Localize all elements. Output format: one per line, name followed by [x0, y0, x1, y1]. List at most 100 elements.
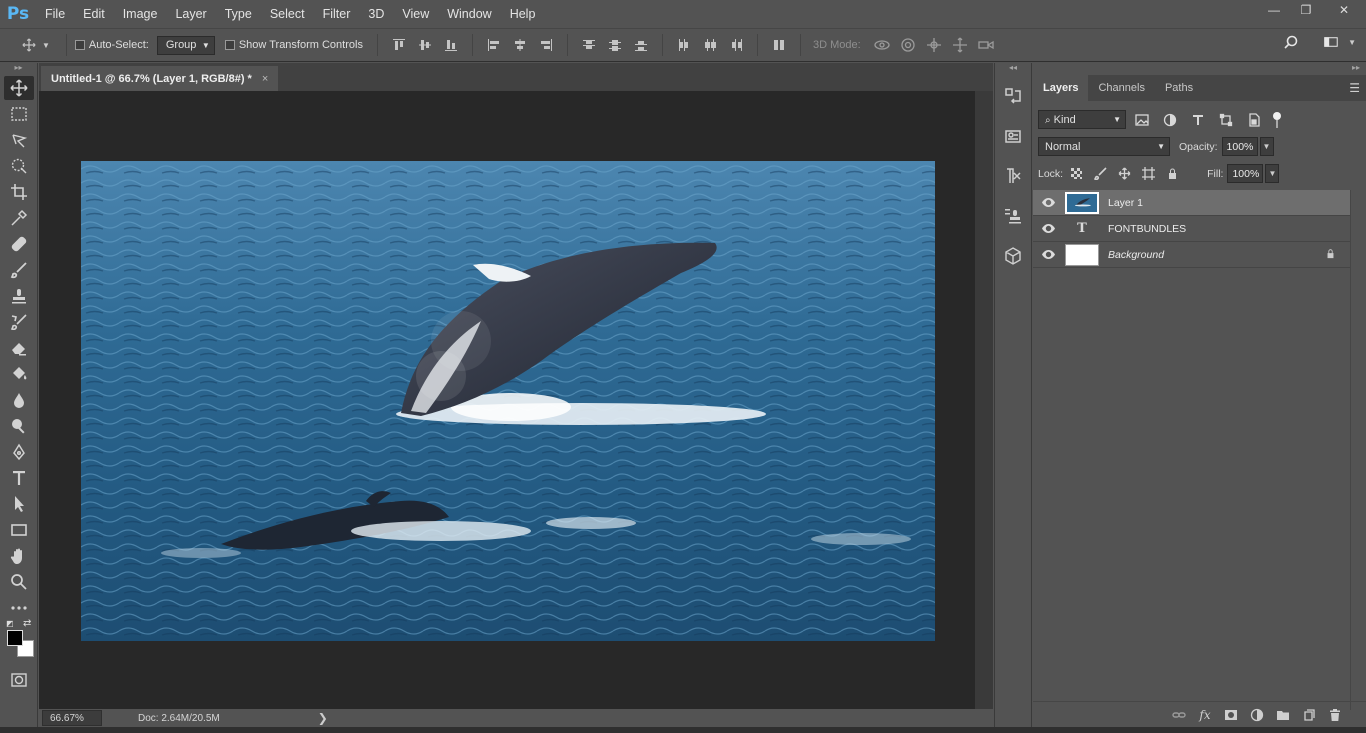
menu-edit[interactable]: Edit [74, 0, 114, 28]
menu-3d[interactable]: 3D [359, 0, 393, 28]
status-menu-icon[interactable]: ❯ [318, 711, 328, 725]
menu-filter[interactable]: Filter [314, 0, 360, 28]
3d-scale-icon[interactable] [977, 37, 995, 53]
swap-colors-icon[interactable]: ⇄ [23, 618, 31, 629]
layer-row-background[interactable]: Background [1033, 242, 1350, 268]
menu-select[interactable]: Select [261, 0, 314, 28]
group-folder-icon[interactable] [1270, 705, 1296, 725]
align-right-edges-icon[interactable] [539, 38, 553, 52]
layer-name[interactable]: Layer 1 [1108, 197, 1143, 209]
lock-all-icon[interactable] [1164, 166, 1180, 182]
canvas-image[interactable] [81, 161, 935, 641]
history-panel-icon[interactable] [1000, 83, 1026, 109]
link-icon[interactable] [1166, 705, 1192, 725]
tab-paths[interactable]: Paths [1155, 75, 1203, 101]
lock-image-pixels-icon[interactable] [1092, 166, 1108, 182]
menu-layer[interactable]: Layer [166, 0, 215, 28]
close-icon[interactable]: × [262, 73, 268, 85]
type-tool-icon[interactable] [4, 466, 34, 490]
distribute-bottom-icon[interactable] [634, 38, 648, 52]
lock-position-icon[interactable] [1116, 166, 1132, 182]
close-button[interactable]: ✕ [1322, 0, 1366, 20]
layers-scrollbar[interactable] [1350, 190, 1366, 710]
show-transform-checkbox[interactable]: Show Transform Controls [224, 39, 363, 51]
menu-file[interactable]: File [36, 0, 74, 28]
paint-bucket-tool-icon[interactable] [4, 362, 34, 386]
visibility-eye-icon[interactable] [1033, 250, 1063, 259]
minimize-button[interactable]: — [1258, 0, 1290, 20]
pen-tool-icon[interactable] [4, 440, 34, 464]
zoom-level-field[interactable]: 66.67% [42, 710, 102, 726]
align-bottom-edges-icon[interactable] [444, 38, 458, 52]
search-icon[interactable] [1284, 35, 1298, 49]
document-tab[interactable]: Untitled-1 @ 66.7% (Layer 1, RGB/8#) * × [41, 66, 279, 91]
panel-menu-icon[interactable]: ☰ [1349, 81, 1360, 95]
filter-kind-dropdown[interactable]: ⌕ Kind ▼ [1038, 110, 1126, 129]
restore-button[interactable]: ❐ [1290, 0, 1322, 20]
panel-collapse-icon[interactable]: ▸▸ [0, 63, 37, 75]
visibility-eye-icon[interactable] [1033, 198, 1063, 207]
adjustment-icon[interactable] [1244, 705, 1270, 725]
fx-icon[interactable]: fx [1192, 705, 1218, 725]
menu-image[interactable]: Image [114, 0, 167, 28]
layer-row-fontbundles[interactable]: T FONTBUNDLES [1033, 216, 1350, 242]
3d-slide-icon[interactable] [951, 37, 969, 53]
tab-layers[interactable]: Layers [1033, 75, 1089, 101]
blend-mode-dropdown[interactable]: Normal ▼ [1038, 137, 1170, 156]
distribute-top-icon[interactable] [582, 38, 596, 52]
healing-brush-tool-icon[interactable] [4, 232, 34, 256]
clone-source-panel-icon[interactable] [1000, 203, 1026, 229]
blur-tool-icon[interactable] [4, 388, 34, 412]
history-brush-tool-icon[interactable] [4, 310, 34, 334]
eyedropper-tool-icon[interactable] [4, 206, 34, 230]
lock-artboard-icon[interactable] [1140, 166, 1156, 182]
layer-name[interactable]: FONTBUNDLES [1108, 223, 1186, 235]
auto-select-checkbox[interactable]: Auto-Select: [74, 39, 149, 51]
chevron-down-icon[interactable]: ▼ [1348, 38, 1356, 47]
auto-align-layers-icon[interactable] [772, 38, 786, 52]
opacity-input[interactable]: 100% [1221, 137, 1258, 156]
menu-help[interactable]: Help [501, 0, 545, 28]
move-tool-preset-icon[interactable] [22, 38, 36, 52]
layer-name[interactable]: Background [1108, 249, 1164, 261]
visibility-eye-icon[interactable] [1033, 224, 1063, 233]
zoom-tool-icon[interactable] [4, 570, 34, 594]
lock-icon[interactable] [1325, 248, 1336, 262]
tab-channels[interactable]: Channels [1088, 75, 1154, 101]
3d-pan-icon[interactable] [925, 37, 943, 53]
workspace-icon[interactable] [1322, 35, 1340, 49]
menu-type[interactable]: Type [216, 0, 261, 28]
panel-expand-icon[interactable]: ◂◂ [995, 63, 1031, 73]
auto-select-dropdown[interactable]: Group ▼ [156, 35, 215, 55]
eraser-tool-icon[interactable] [4, 336, 34, 360]
distribute-right-icon[interactable] [729, 38, 743, 52]
fill-input[interactable]: 100% [1227, 164, 1264, 183]
quick-selection-tool-icon[interactable] [4, 154, 34, 178]
filter-type-icon[interactable] [1190, 112, 1206, 128]
filter-adjustment-icon[interactable] [1162, 112, 1178, 128]
path-selection-tool-icon[interactable] [4, 492, 34, 516]
properties-panel-icon[interactable] [1000, 123, 1026, 149]
mask-icon[interactable] [1218, 705, 1244, 725]
filter-pixel-icon[interactable] [1134, 112, 1150, 128]
quick-mask-icon[interactable] [4, 668, 34, 692]
move-tool-icon[interactable] [3, 76, 34, 100]
hand-tool-icon[interactable] [4, 544, 34, 568]
filter-shape-icon[interactable] [1218, 112, 1234, 128]
paragraph-style-panel-icon[interactable] [1000, 163, 1026, 189]
fill-slider-toggle[interactable]: ▼ [1265, 164, 1280, 183]
lasso-tool-icon[interactable] [4, 128, 34, 152]
panel-collapse-icon[interactable]: ▸▸ [1033, 63, 1366, 75]
chevron-down-icon[interactable]: ▼ [42, 41, 50, 50]
more-tools-icon[interactable] [4, 596, 34, 620]
align-left-edges-icon[interactable] [487, 38, 501, 52]
3d-orbit-icon[interactable] [873, 37, 891, 53]
align-vertical-centers-icon[interactable] [418, 38, 432, 52]
dodge-tool-icon[interactable] [4, 414, 34, 438]
distribute-left-icon[interactable] [677, 38, 691, 52]
distribute-horizontal-centers-icon[interactable] [703, 38, 717, 52]
crop-tool-icon[interactable] [4, 180, 34, 204]
canvas-area[interactable] [39, 91, 975, 709]
default-colors-icon[interactable]: ◩ [6, 619, 14, 628]
filter-toggle-switch[interactable] [1272, 111, 1281, 128]
